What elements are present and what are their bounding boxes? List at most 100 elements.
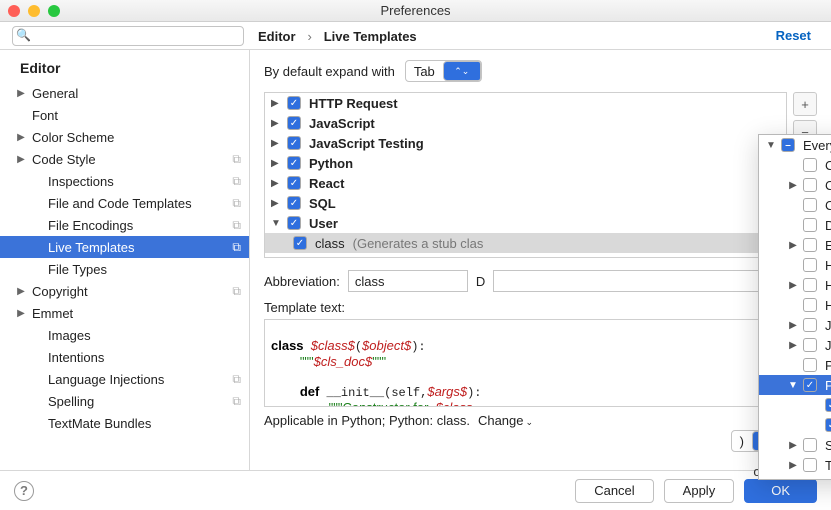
checkbox[interactable] [803,298,817,312]
applicable-row: Applicable in Python; Python: class. Cha… [264,413,817,428]
cancel-button[interactable]: Cancel [575,479,653,503]
sidebar-item-textmate-bundles[interactable]: ▶TextMate Bundles [0,412,249,434]
breadcrumb-root[interactable]: Editor [258,29,296,44]
checkbox[interactable] [803,238,817,252]
ok-button[interactable]: OK [744,479,817,503]
checkbox[interactable] [287,136,301,150]
chevron-right-icon: ▶ [787,440,799,451]
context-item-everywhere[interactable]: ▼Everywhere [759,135,831,155]
chevron-updown-icon: ⌃⌄ [443,61,481,81]
add-button[interactable]: + [793,92,817,116]
apply-button[interactable]: Apply [664,479,735,503]
context-item-html[interactable]: ▶ HTML [759,275,831,295]
checkbox[interactable] [803,458,817,472]
context-item-haml[interactable]: ▶Haml [759,255,831,275]
context-item-coffeescript[interactable]: ▶CoffeeScript [759,155,831,175]
templates-tree[interactable]: ▶HTTP Request▶JavaScript▶JavaScript Test… [264,92,787,258]
context-item-cucumber-feature[interactable]: ▶Cucumber feature [759,195,831,215]
context-item-javascript-and-typescript[interactable]: ▶JavaScript and TypeScript [759,315,831,335]
sidebar-item-intentions[interactable]: ▶Intentions [0,346,249,368]
context-item-label: SQL [825,438,831,453]
sidebar-item-file-types[interactable]: ▶File Types [0,258,249,280]
sidebar-item-inspections[interactable]: ▶Inspections⧉ [0,170,249,192]
sidebar-item-spelling[interactable]: ▶Spelling⧉ [0,390,249,412]
sidebar-item-label: Code Style [32,152,96,167]
template-text-editor[interactable]: class $class$($object$): """$cls_doc$"""… [264,319,787,407]
description-label-fragment: D [476,274,485,289]
context-item-puppet[interactable]: ▶Puppet [759,355,831,375]
search-input[interactable] [12,26,244,46]
template-group-react[interactable]: ▶React [265,173,786,193]
checkbox[interactable] [803,278,817,292]
checkbox[interactable] [803,438,817,452]
checkbox[interactable] [803,198,817,212]
context-item-python[interactable]: ▼Python [759,375,831,395]
checkbox[interactable] [287,216,301,230]
checkbox[interactable] [781,138,795,152]
context-item-ecmascript-6-or-higher[interactable]: ▶ECMAScript 6 or higher [759,235,831,255]
checkbox[interactable] [803,158,817,172]
checkbox[interactable] [287,96,301,110]
scope-icon: ⧉ [232,174,241,189]
context-item-other[interactable]: ▶Other [759,415,831,435]
expand-label: By default expand with [264,64,395,79]
checkbox[interactable] [825,398,831,412]
checkbox[interactable] [803,358,817,372]
sidebar-item-emmet[interactable]: ▶Emmet [0,302,249,324]
sidebar-item-copyright[interactable]: ▶Copyright⧉ [0,280,249,302]
expand-select[interactable]: Tab ⌃⌄ [405,60,482,82]
sidebar-item-label: Images [48,328,91,343]
chevron-right-icon: ▶ [787,280,799,291]
sidebar-item-images[interactable]: ▶Images [0,324,249,346]
checkbox[interactable] [803,378,817,392]
checkbox[interactable] [803,318,817,332]
context-item-label: ECMAScript 6 or higher [825,238,831,253]
checkbox[interactable] [287,196,301,210]
sidebar-item-code-style[interactable]: ▶Code Style⧉ [0,148,249,170]
template-group-python[interactable]: ▶Python [265,153,786,173]
context-item-typescript[interactable]: ▶TypeScript [759,455,831,475]
sidebar-item-font[interactable]: ▶Font [0,104,249,126]
abbreviation-row: Abbreviation: D [264,270,817,292]
template-group-javascript-testing[interactable]: ▶JavaScript Testing [265,133,786,153]
context-item-sql[interactable]: ▶ SQL [759,435,831,455]
checkbox[interactable] [825,418,831,432]
checkbox[interactable] [293,236,307,250]
sidebar-item-live-templates[interactable]: ▶Live Templates⧉ [0,236,249,258]
context-item-http-request[interactable]: ▶HTTP Request [759,295,831,315]
search-box: 🔍 [12,26,244,46]
sidebar-item-color-scheme[interactable]: ▶Color Scheme [0,126,249,148]
checkbox[interactable] [287,176,301,190]
scope-icon: ⧉ [232,152,241,167]
chevron-down-icon: ▼ [765,140,777,151]
applicable-text: Applicable in Python; Python: class. [264,413,470,428]
checkbox[interactable] [803,218,817,232]
change-context-link[interactable]: Change⌄ [478,413,533,428]
template-item-desc: (Generates a stub clas [353,236,484,251]
context-item-json[interactable]: ▶JSON [759,335,831,355]
sidebar-item-file-encodings[interactable]: ▶File Encodings⧉ [0,214,249,236]
checkbox[interactable] [287,156,301,170]
help-button[interactable]: ? [14,481,34,501]
checkbox[interactable] [803,178,817,192]
sidebar-item-language-injections[interactable]: ▶Language Injections⧉ [0,368,249,390]
template-group-sql[interactable]: ▶SQL [265,193,786,213]
scope-icon: ⧉ [232,394,241,409]
abbreviation-input[interactable] [348,270,468,292]
checkbox[interactable] [803,338,817,352]
template-item-class[interactable]: class(Generates a stub clas [265,233,786,253]
template-group-javascript[interactable]: ▶JavaScript [265,113,786,133]
sidebar-item-file-and-code-templates[interactable]: ▶File and Code Templates⧉ [0,192,249,214]
context-item-class[interactable]: ▶Class [759,395,831,415]
sidebar-item-general[interactable]: ▶General [0,82,249,104]
context-item-label: HTML [825,278,831,293]
reset-link[interactable]: Reset [776,28,823,43]
context-item-css[interactable]: ▶CSS [759,175,831,195]
checkbox[interactable] [803,258,817,272]
template-group-user[interactable]: ▼User [265,213,786,233]
abbreviation-label: Abbreviation: [264,274,340,289]
checkbox[interactable] [287,116,301,130]
template-group-http-request[interactable]: ▶HTTP Request [265,93,786,113]
context-item-django-templates[interactable]: ▶Django Templates [759,215,831,235]
sidebar-header: Editor [0,56,249,82]
